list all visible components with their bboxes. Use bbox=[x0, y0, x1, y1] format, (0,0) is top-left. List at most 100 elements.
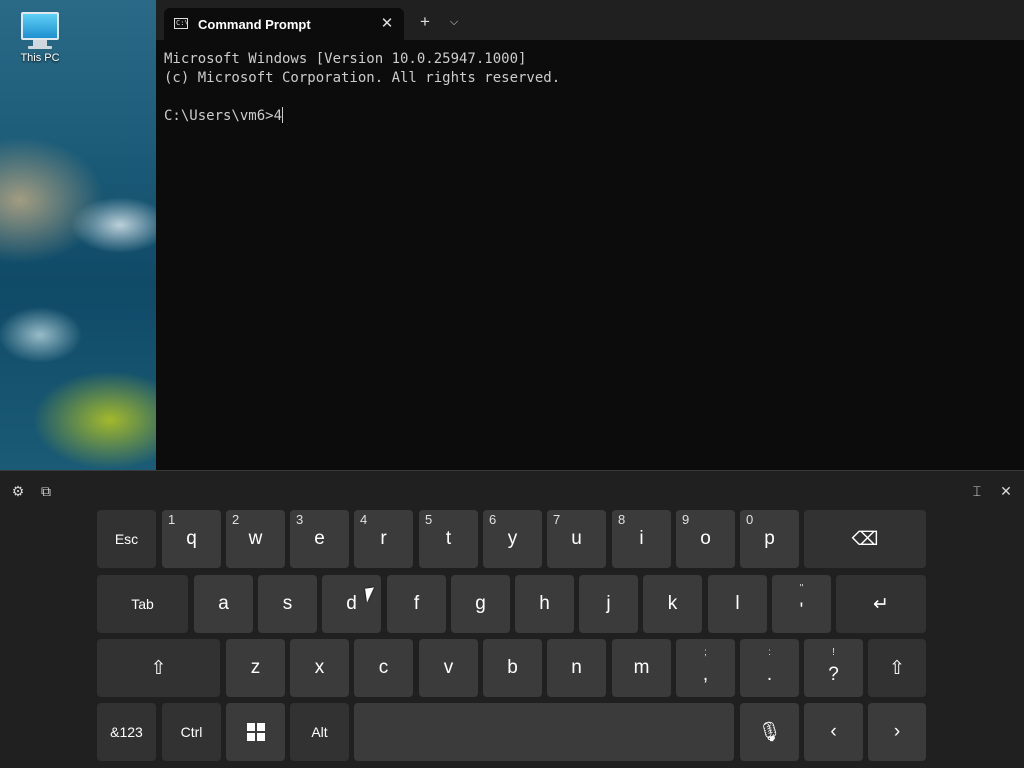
key-d[interactable]: d bbox=[322, 575, 381, 633]
key-label: Ctrl bbox=[180, 724, 203, 740]
key-label: b bbox=[507, 657, 518, 678]
key-v[interactable]: v bbox=[419, 639, 478, 697]
console-prompt: C:\Users\vm6>4 bbox=[164, 108, 283, 124]
key-label: ‹ bbox=[830, 721, 837, 742]
key-label: x bbox=[314, 657, 325, 678]
backspace-key[interactable]: ⌫ bbox=[804, 510, 926, 568]
key-t[interactable]: t5 bbox=[419, 510, 478, 568]
key-alt-label: 5 bbox=[425, 512, 433, 527]
escape-key[interactable]: Esc bbox=[97, 510, 156, 568]
key-label: s bbox=[282, 593, 293, 614]
key-a[interactable]: a bbox=[194, 575, 253, 633]
key-shift-symbol: : bbox=[768, 647, 771, 658]
key-alt-label: 8 bbox=[618, 512, 626, 527]
key-shift-symbol: " bbox=[799, 583, 804, 594]
key-u[interactable]: u7 bbox=[547, 510, 606, 568]
ctrl-key[interactable]: Ctrl bbox=[162, 703, 221, 761]
key-f[interactable]: f bbox=[387, 575, 446, 633]
this-pc-label: This PC bbox=[20, 52, 60, 64]
key-x[interactable]: x bbox=[290, 639, 349, 697]
key-s[interactable]: s bbox=[258, 575, 317, 633]
key-l[interactable]: l bbox=[708, 575, 767, 633]
key-p[interactable]: p0 bbox=[740, 510, 799, 568]
console-prompt-line[interactable]: C:\Users\vm6>4 bbox=[164, 107, 560, 126]
key-h[interactable]: h bbox=[515, 575, 574, 633]
sticker-icon[interactable]: ⧉ bbox=[36, 481, 56, 501]
tab-key[interactable]: Tab bbox=[97, 575, 188, 633]
key-label: ⇧ bbox=[889, 657, 905, 679]
tab-command-prompt[interactable]: C:\ Command Prompt ✕ bbox=[164, 8, 404, 40]
key-alt-label: 4 bbox=[360, 512, 368, 527]
key-label: f bbox=[413, 593, 420, 614]
key-label: v bbox=[443, 657, 454, 678]
key-z[interactable]: z bbox=[226, 639, 285, 697]
new-tab-button[interactable]: + bbox=[415, 12, 435, 32]
key-c[interactable]: c bbox=[354, 639, 413, 697]
key-shift-symbol: ! bbox=[832, 647, 835, 658]
key-r[interactable]: r4 bbox=[354, 510, 413, 568]
key-label: ⇧ bbox=[150, 657, 167, 679]
key-period[interactable]: .: bbox=[740, 639, 799, 697]
key-comma[interactable]: ,; bbox=[676, 639, 735, 697]
key-alt-label: 1 bbox=[168, 512, 176, 527]
key-label: l bbox=[735, 593, 740, 614]
key-label: h bbox=[539, 593, 550, 614]
key-alt-label: 6 bbox=[489, 512, 497, 527]
key-k[interactable]: k bbox=[643, 575, 702, 633]
dock-keyboard-icon[interactable]: ⌶ bbox=[967, 481, 987, 501]
key-i[interactable]: i8 bbox=[612, 510, 671, 568]
key-label: k bbox=[667, 593, 678, 614]
key-alt-label: 0 bbox=[746, 512, 754, 527]
key-e[interactable]: e3 bbox=[290, 510, 349, 568]
key-label: › bbox=[893, 721, 901, 742]
key-q[interactable]: q1 bbox=[162, 510, 221, 568]
terminal-titlebar[interactable]: C:\ Command Prompt ✕ + ⌵ bbox=[156, 0, 1024, 40]
close-keyboard-icon[interactable]: ✕ bbox=[996, 481, 1016, 501]
alt-key[interactable]: Alt bbox=[290, 703, 349, 761]
key-alt-label: 3 bbox=[296, 512, 304, 527]
key-n[interactable]: n bbox=[547, 639, 606, 697]
key-label: d bbox=[346, 593, 357, 614]
microphone-key[interactable]: 🎙 bbox=[740, 703, 799, 761]
arrow-left-key[interactable]: ‹ bbox=[804, 703, 863, 761]
symbols-key[interactable]: &123 bbox=[97, 703, 156, 761]
key-o[interactable]: o9 bbox=[676, 510, 735, 568]
space-key[interactable] bbox=[354, 703, 734, 761]
key-y[interactable]: y6 bbox=[483, 510, 542, 568]
desktop-wallpaper: This PC bbox=[0, 0, 156, 470]
key-label: &123 bbox=[110, 724, 143, 740]
tab-title: Command Prompt bbox=[198, 17, 311, 32]
key-apostrophe[interactable]: ' " bbox=[772, 575, 831, 633]
key-m[interactable]: m bbox=[612, 639, 671, 697]
arrow-right-key[interactable]: › bbox=[868, 703, 926, 761]
key-w[interactable]: w2 bbox=[226, 510, 285, 568]
chevron-down-icon[interactable]: ⌵ bbox=[444, 12, 464, 32]
settings-gear-icon[interactable]: ⚙ bbox=[8, 481, 28, 501]
key-alt-label: 9 bbox=[682, 512, 690, 527]
monitor-base bbox=[28, 46, 52, 49]
key-label bbox=[354, 703, 734, 761]
close-icon[interactable]: ✕ bbox=[378, 15, 396, 33]
key-label: z bbox=[250, 657, 261, 678]
terminal-window[interactable]: C:\ Command Prompt ✕ + ⌵ Microsoft Windo… bbox=[156, 0, 1024, 470]
key-j[interactable]: j bbox=[579, 575, 638, 633]
text-cursor bbox=[282, 107, 284, 123]
key-g[interactable]: g bbox=[451, 575, 510, 633]
key-label: Esc bbox=[114, 531, 139, 547]
key-question[interactable]: ?! bbox=[804, 639, 863, 697]
windows-key[interactable] bbox=[226, 703, 285, 761]
shift-key[interactable]: ⇧ bbox=[97, 639, 220, 697]
console-output[interactable]: Microsoft Windows [Version 10.0.25947.10… bbox=[164, 50, 560, 126]
key-label: m bbox=[633, 657, 650, 678]
monitor-icon bbox=[21, 12, 59, 40]
console-line: (c) Microsoft Corporation. All rights re… bbox=[164, 70, 561, 86]
key-label: j bbox=[606, 593, 611, 614]
console-line: Microsoft Windows [Version 10.0.25947.10… bbox=[164, 51, 527, 67]
this-pc-shortcut[interactable]: This PC bbox=[10, 8, 70, 64]
shift-key[interactable]: ⇧ bbox=[868, 639, 926, 697]
cmd-icon: C:\ bbox=[174, 18, 189, 29]
key-label: 🎙 bbox=[757, 722, 782, 743]
enter-key[interactable]: ↵ bbox=[836, 575, 926, 633]
key-b[interactable]: b bbox=[483, 639, 542, 697]
